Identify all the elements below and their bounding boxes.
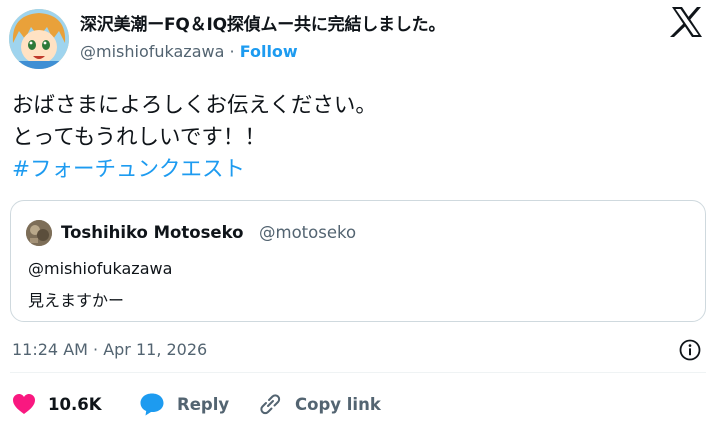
copy-link-button[interactable]: Copy link — [257, 392, 381, 416]
tweet-line-1: おばさまによろしくお伝えください。 — [12, 93, 377, 118]
info-icon[interactable] — [679, 339, 701, 361]
like-button[interactable]: 10.6K — [12, 392, 102, 416]
x-logo-icon[interactable] — [670, 6, 704, 38]
author-avatar[interactable] — [9, 9, 69, 69]
timestamp[interactable]: 11:24 AM · Apr 11, 2026 — [12, 340, 207, 359]
like-count: 10.6K — [48, 394, 102, 414]
link-icon — [257, 392, 283, 416]
tweet-line-2: とってもうれしいです！！ — [12, 125, 266, 150]
follow-button[interactable]: Follow — [240, 42, 298, 61]
reply-bubble-icon — [139, 392, 165, 416]
author-display-name[interactable]: 深沢美潮ーFQ＆IQ探偵ムー共に完結しました。 — [80, 10, 445, 35]
author-handle-row: @mishiofukazawa · Follow — [80, 42, 298, 61]
separator-dot: · — [229, 42, 235, 61]
quoted-author-name[interactable]: Toshihiko Motoseko — [61, 223, 244, 242]
quoted-tweet[interactable]: Toshihiko Motoseko @motoseko @mishiofuka… — [10, 200, 706, 322]
author-handle[interactable]: @mishiofukazawa — [80, 42, 224, 61]
quoted-text-line-2: 見えますかー — [28, 291, 125, 310]
heart-icon — [12, 393, 36, 415]
tweet-text: おばさまによろしくお伝えください。 とってもうれしいです！！ #フォーチュンクエ… — [12, 90, 377, 186]
copy-link-label: Copy link — [295, 394, 381, 414]
reply-button[interactable]: Reply — [139, 392, 229, 416]
quoted-author-handle[interactable]: @motoseko — [259, 223, 356, 242]
quoted-text-line-1: @mishiofukazawa — [28, 259, 173, 278]
divider — [10, 372, 706, 373]
hashtag-link[interactable]: #フォーチュンクエスト — [12, 154, 377, 186]
reply-label: Reply — [177, 394, 230, 414]
quoted-author-avatar[interactable] — [26, 220, 52, 246]
